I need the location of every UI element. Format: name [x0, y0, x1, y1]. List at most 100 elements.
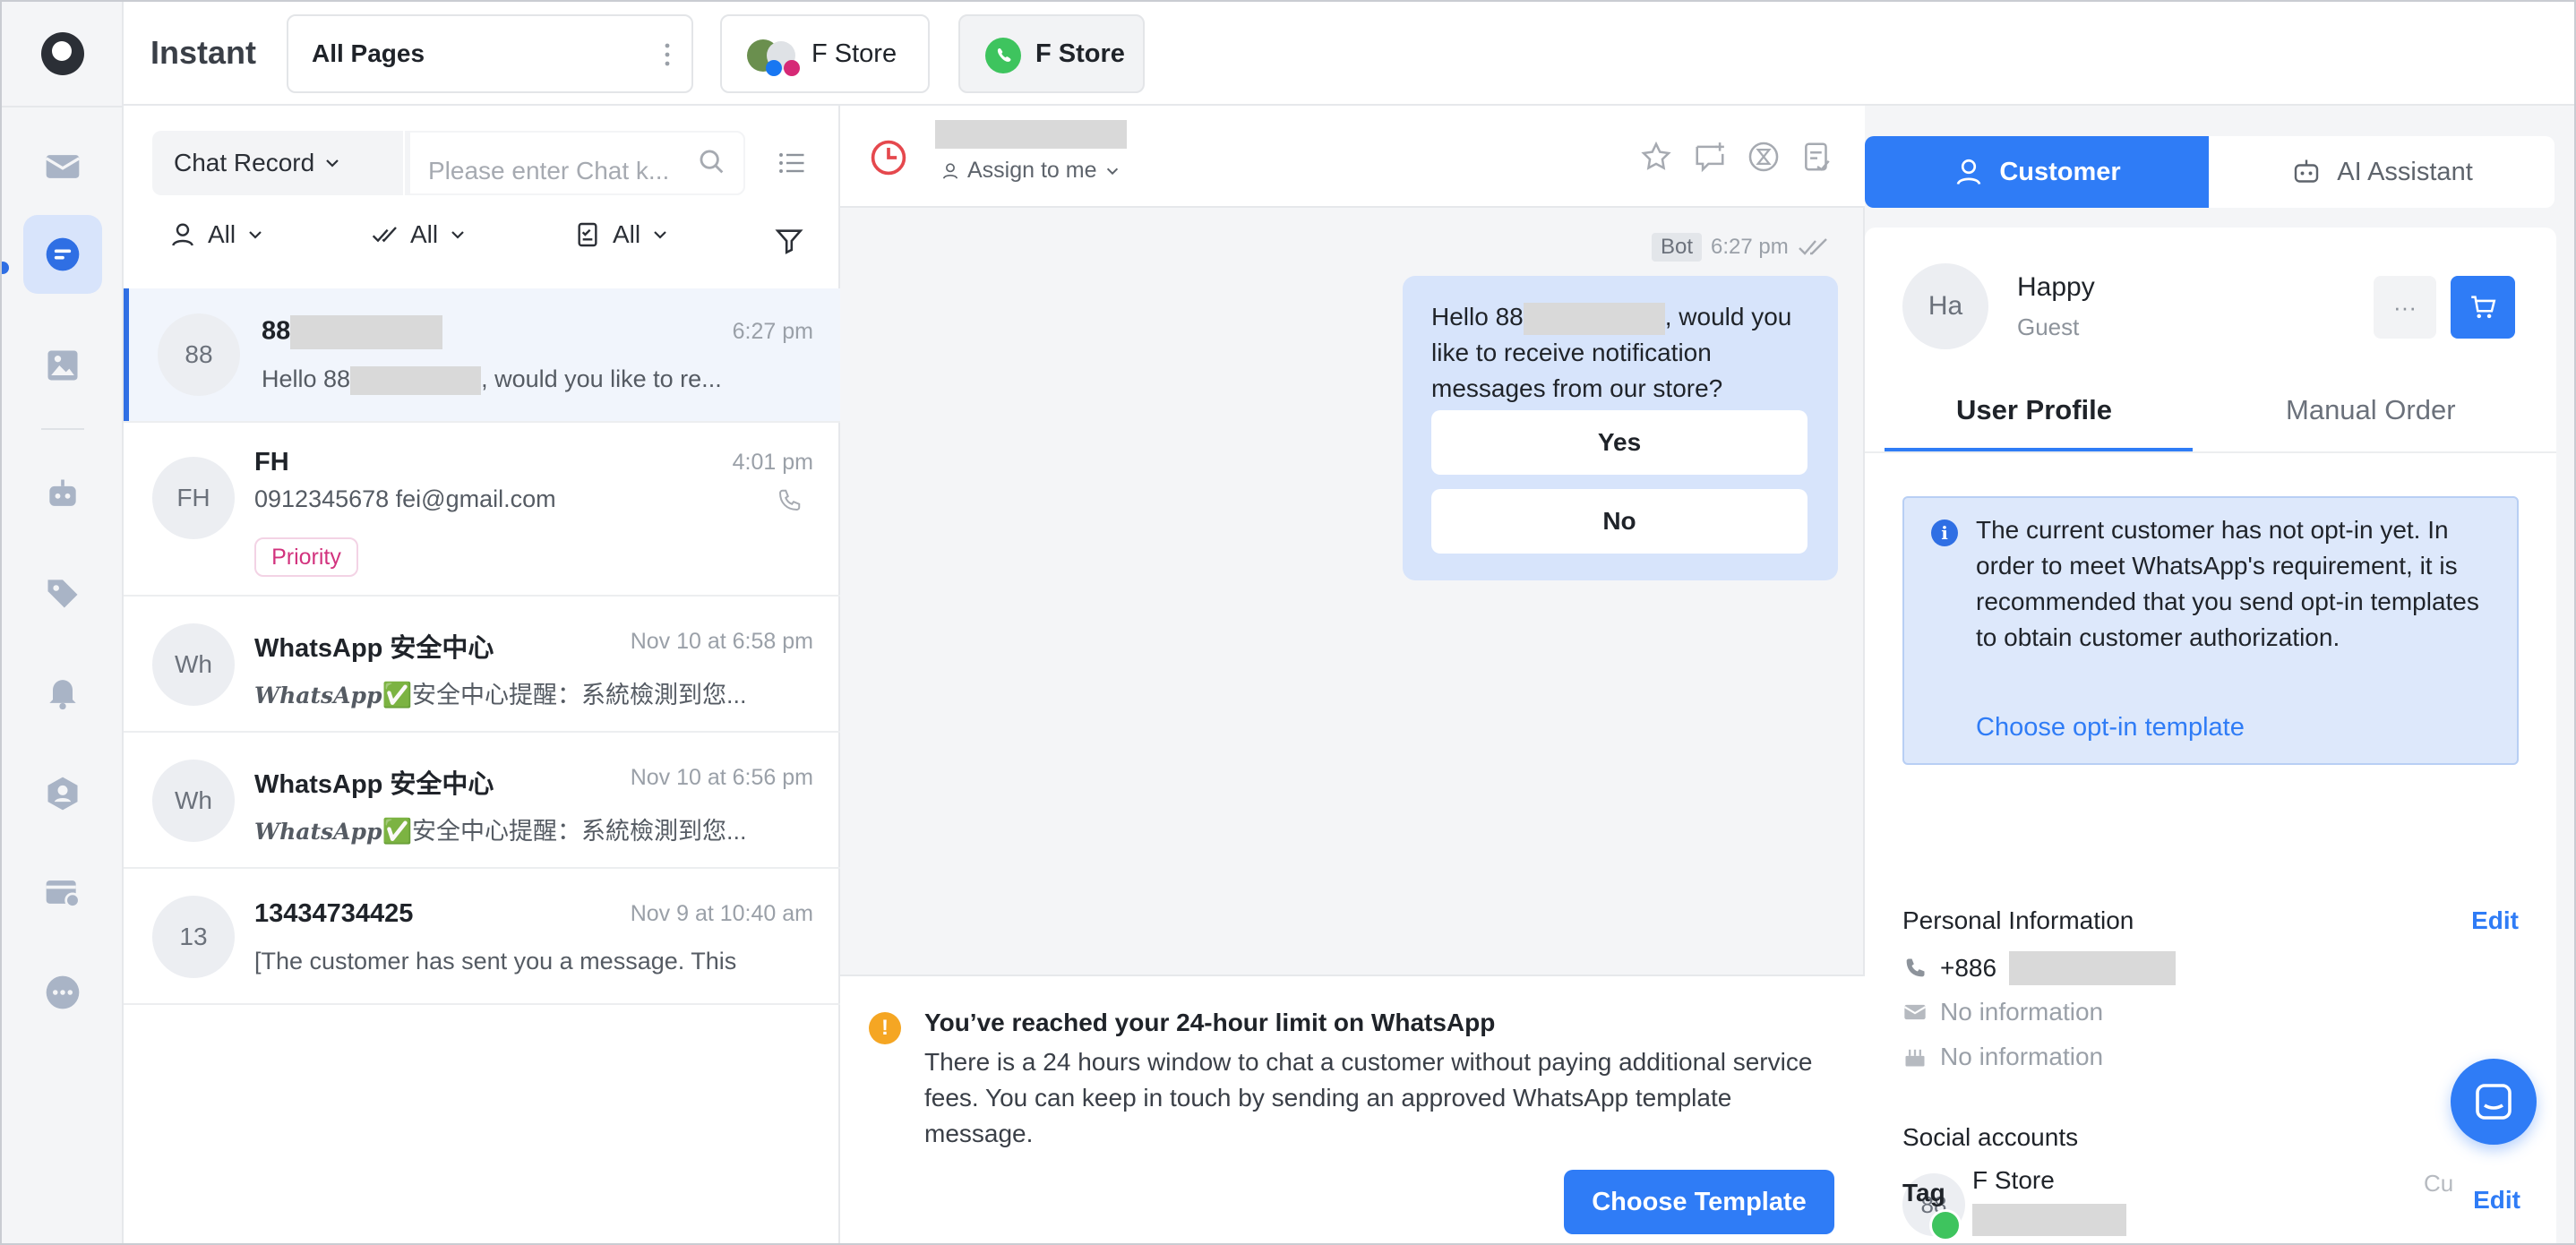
chat-icon — [46, 237, 80, 271]
yes-button[interactable]: Yes — [1431, 410, 1807, 475]
active-tab-underline — [1885, 448, 2193, 451]
store-channels-icon — [747, 39, 800, 76]
edit-personal-link[interactable]: Edit — [2471, 906, 2519, 935]
message-text: Hello 88, would you like to receive noti… — [1431, 302, 1792, 402]
list-view-icon[interactable] — [776, 147, 808, 179]
rail-contacts[interactable] — [23, 754, 102, 833]
chevron-down-icon — [654, 231, 666, 239]
task-icon[interactable] — [1800, 140, 1834, 174]
left-rail — [2, 2, 124, 1243]
star-icon[interactable] — [1639, 140, 1673, 174]
chevron-down-icon — [451, 231, 464, 239]
record-type-select[interactable]: Chat Record — [174, 149, 341, 177]
more-button[interactable]: ··· — [2374, 276, 2436, 339]
assign-dropdown[interactable]: Assign to me — [940, 158, 1121, 184]
clock-icon[interactable] — [869, 138, 908, 177]
app-logo-icon[interactable] — [41, 32, 84, 75]
chat-list-item[interactable]: 13 13434734425 Nov 9 at 10:40 am [The cu… — [124, 869, 840, 1005]
help-chat-button[interactable] — [2451, 1059, 2537, 1145]
choose-optin-link[interactable]: Choose opt-in template — [1976, 713, 2245, 743]
limit-title: You’ve reached your 24-hour limit on Wha… — [924, 1009, 1496, 1036]
search-icon[interactable] — [697, 147, 727, 177]
chat-time: Nov 10 at 6:56 pm — [630, 765, 813, 790]
message-meta: Bot 6:27 pm — [1652, 233, 1832, 262]
chat-time: Nov 10 at 6:58 pm — [630, 629, 813, 654]
birthday-row: No information — [1902, 1043, 2103, 1071]
card-settings-icon — [46, 880, 81, 908]
rail-card-settings[interactable] — [23, 853, 102, 932]
email-row: No information — [1902, 998, 2103, 1026]
avatar: FH — [152, 457, 235, 539]
chat-list-item[interactable]: 88 88 6:27 pm Hello 88, would you like t… — [124, 288, 840, 423]
whatsapp-icon — [985, 38, 1021, 73]
redacted-block — [1972, 1204, 2126, 1236]
pages-select[interactable]: All Pages — [287, 14, 693, 93]
chevron-down-icon — [1106, 167, 1118, 175]
chat-preview: WhatsApp✅安全中心提醒：系統檢測到您... — [254, 682, 747, 708]
search-input[interactable] — [408, 131, 745, 195]
phone-row: +886 — [1902, 951, 2177, 985]
conversation-panel: Assign to me Bot 6:27 pm Hello 88, would… — [840, 106, 1865, 1243]
choose-template-button[interactable]: Choose Template — [1564, 1170, 1834, 1234]
redacted-block — [2009, 951, 2177, 985]
personal-info-title: Personal Information — [1902, 906, 2134, 934]
redacted-block — [290, 315, 443, 349]
no-button[interactable]: No — [1431, 489, 1807, 554]
chat-list-item[interactable]: Wh WhatsApp 安全中心 Nov 10 at 6:56 pm Whats… — [124, 733, 840, 869]
search-row: Chat Record — [152, 131, 745, 195]
chat-list-item[interactable]: Wh WhatsApp 安全中心 Nov 10 at 6:58 pm Whats… — [124, 597, 840, 733]
rail-media[interactable] — [23, 326, 102, 405]
avatar: Wh — [152, 623, 235, 706]
rail-bot[interactable] — [23, 455, 102, 534]
chat-preview: [The customer has sent you a message. Th… — [254, 948, 737, 975]
chat-name: WhatsApp 安全中心 — [254, 770, 494, 799]
double-check-icon — [1798, 238, 1827, 255]
message-time: 6:27 pm — [1711, 235, 1789, 259]
hourglass-icon[interactable] — [1747, 140, 1781, 174]
tab-ai-assistant[interactable]: AI Assistant — [2209, 136, 2555, 208]
rail-notifications[interactable] — [23, 652, 102, 731]
double-check-icon — [372, 227, 397, 243]
social-accounts-title: Social accounts — [1902, 1123, 2079, 1151]
funnel-icon[interactable] — [774, 226, 804, 256]
cart-button[interactable] — [2451, 276, 2515, 339]
rail-tags[interactable] — [23, 554, 102, 632]
assignee-filter[interactable]: All — [168, 220, 264, 249]
robot-icon — [2295, 159, 2319, 183]
rail-inbox[interactable] — [23, 127, 102, 206]
limit-notice: ! You’ve reached your 24-hour limit on W… — [840, 975, 1865, 1243]
conversation-actions — [1639, 140, 1834, 174]
chat-time: Nov 9 at 10:40 am — [630, 901, 813, 926]
contacts-icon — [47, 777, 78, 811]
tab-manual-order[interactable]: Manual Order — [2286, 394, 2456, 426]
comment-icon[interactable] — [1693, 140, 1727, 174]
chat-time: 4:01 pm — [732, 450, 813, 475]
avatar: Ha — [1902, 263, 1988, 349]
rail-more[interactable] — [23, 953, 102, 1032]
social-account-action[interactable]: Cu — [2424, 1170, 2453, 1198]
store-tab-multi[interactable]: F Store — [720, 14, 930, 93]
person-icon — [1956, 159, 1981, 185]
tag-icon — [47, 580, 78, 608]
active-indicator — [2, 262, 9, 274]
brand-title: Instant — [150, 34, 257, 71]
clipboard-icon — [578, 222, 597, 247]
task-filter[interactable]: All — [573, 220, 669, 249]
chat-name: 88 — [262, 315, 443, 349]
rail-chat[interactable] — [23, 215, 102, 294]
read-status-filter[interactable]: All — [371, 220, 467, 249]
chat-name: 13434734425 — [254, 899, 414, 928]
tab-customer[interactable]: Customer — [1865, 136, 2209, 208]
store-tab-whatsapp[interactable]: F Store — [958, 14, 1145, 93]
store-tab-label: F Store — [1035, 39, 1125, 68]
pages-select-label: All Pages — [312, 39, 425, 67]
store-tab-label: F Store — [811, 39, 897, 68]
customer-name: Happy — [2017, 272, 2095, 302]
kebab-icon[interactable] — [665, 41, 670, 68]
edit-tag-link[interactable]: Edit — [2473, 1186, 2520, 1215]
avatar: 13 — [152, 896, 235, 978]
avatar: 88 — [158, 313, 240, 396]
tab-user-profile[interactable]: User Profile — [1956, 394, 2112, 426]
chat-list-item[interactable]: FH FH 4:01 pm 0912345678 fei@gmail.com P… — [124, 423, 840, 597]
cake-icon — [1905, 1049, 1925, 1067]
